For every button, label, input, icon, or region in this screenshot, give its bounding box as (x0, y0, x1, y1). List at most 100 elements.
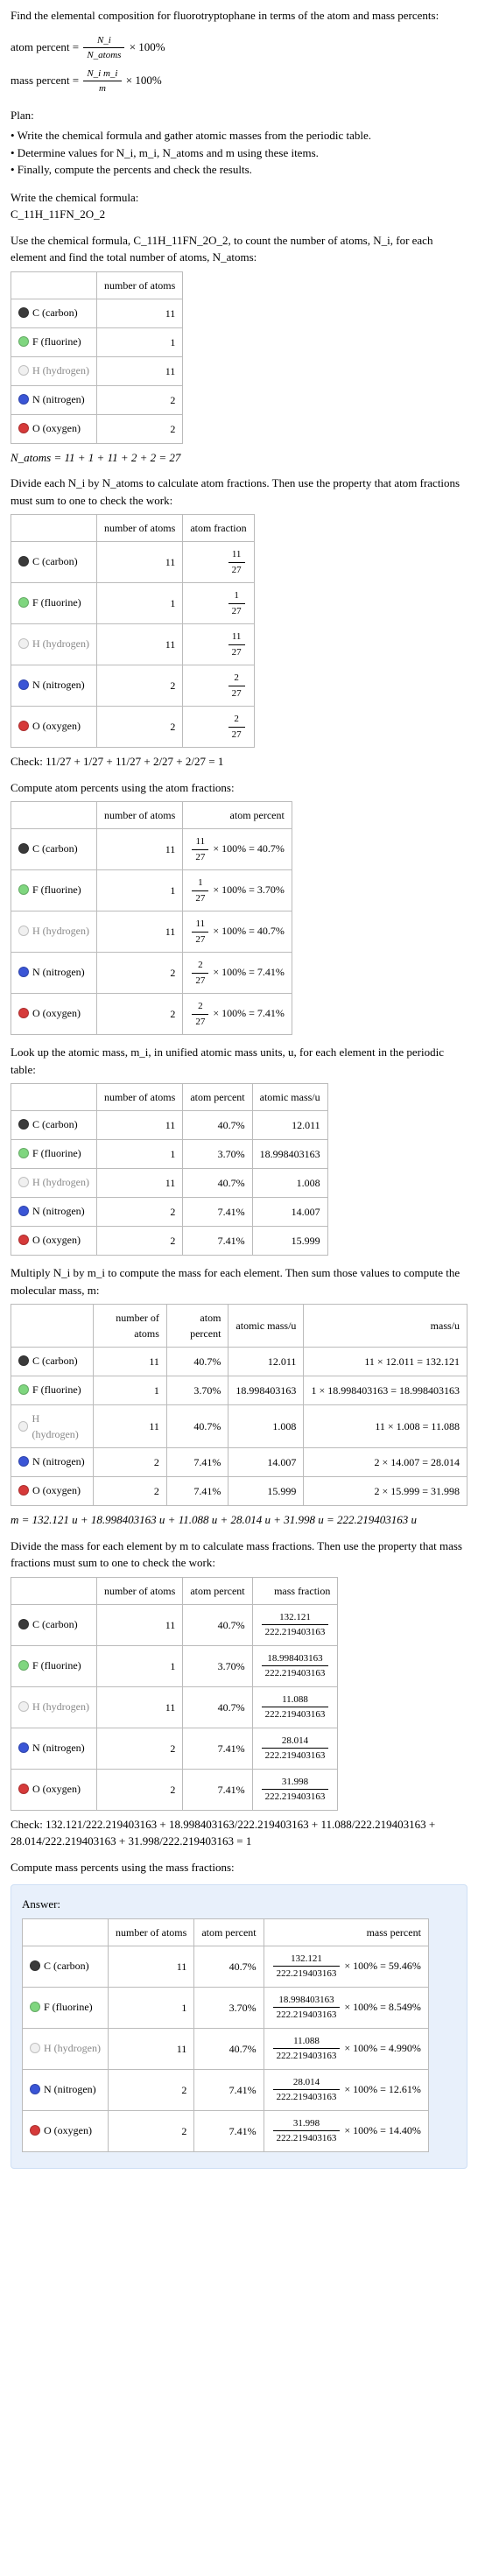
element-dot-icon (18, 1148, 29, 1158)
plan: Plan: • Write the chemical formula and g… (11, 107, 467, 179)
element-label: O (oxygen) (32, 420, 81, 436)
fraction: N_iN_atoms (83, 33, 124, 63)
element-dot-icon (18, 638, 29, 649)
mass-percent-formula: mass percent = N_i m_im × 100% (11, 67, 467, 96)
plan-title: Plan: (11, 107, 467, 124)
element-label: C (carbon) (32, 1353, 78, 1369)
answer-label: Answer: (22, 1896, 456, 1913)
check-line: Check: 132.121/222.219403163 + 18.998403… (11, 1816, 467, 1850)
table-row: C (carbon)1140.7%12.01111 × 12.011 = 132… (11, 1348, 467, 1376)
element-label: F (fluorine) (32, 595, 81, 610)
denominator: N_atoms (83, 48, 124, 63)
atomic-mass-table: number of atomsatom percentatomic mass/u… (11, 1083, 328, 1256)
element-dot-icon (18, 1456, 29, 1467)
plan-step: • Finally, compute the percents and chec… (11, 161, 467, 179)
element-label: F (fluorine) (32, 882, 81, 897)
element-dot-icon (30, 2043, 40, 2053)
step-atom-fractions: Divide each N_i by N_atoms to calculate … (11, 475, 467, 771)
element-dot-icon (18, 1008, 29, 1018)
element-dot-icon (30, 1960, 40, 1971)
fraction: 127 (228, 588, 245, 618)
element-dot-icon (18, 1355, 29, 1366)
table-row: O (oxygen)27.41%15.999 (11, 1227, 328, 1256)
fraction: 28.014222.219403163 (262, 1734, 329, 1763)
element-label: H (hydrogen) (32, 1174, 89, 1190)
element-label: C (carbon) (32, 305, 78, 320)
element-label: O (oxygen) (32, 718, 81, 734)
element-label: C (carbon) (32, 553, 78, 569)
element-label: O (oxygen) (32, 1781, 81, 1797)
element-dot-icon (18, 1384, 29, 1395)
element-dot-icon (18, 1235, 29, 1245)
element-dot-icon (30, 2002, 40, 2012)
mass-fractions-table: number of atomsatom percentmass fraction… (11, 1577, 338, 1811)
table-row: N (nitrogen)27.41%14.007 (11, 1198, 328, 1227)
times-pct: × 100% (130, 39, 165, 53)
table-row: F (fluorine)1 (11, 327, 183, 356)
fraction: 28.014222.219403163 (273, 2075, 341, 2105)
element-dot-icon (18, 1206, 29, 1216)
fraction: N_i m_im (83, 67, 121, 96)
element-dot-icon (30, 2084, 40, 2094)
fraction: 132.121222.219403163 (273, 1952, 341, 1981)
element-label: N (nitrogen) (32, 1453, 85, 1469)
element-dot-icon (18, 926, 29, 936)
element-label: H (hydrogen) (32, 362, 89, 378)
element-dot-icon (18, 884, 29, 895)
fraction: 11.088222.219403163 (262, 1693, 329, 1722)
table-row: H (hydrogen)111127 (11, 624, 255, 665)
plan-step: • Write the chemical formula and gather … (11, 127, 467, 144)
element-dot-icon (18, 679, 29, 690)
table-row: H (hydrogen)1140.7%11.088222.219403163 ×… (23, 2028, 429, 2069)
table-row: N (nitrogen)27.41%28.014222.219403163 × … (23, 2069, 429, 2110)
element-label: H (hydrogen) (32, 1411, 86, 1442)
element-dot-icon (18, 721, 29, 731)
table-row: N (nitrogen)27.41%14.0072 × 14.007 = 28.… (11, 1448, 467, 1477)
element-label: H (hydrogen) (32, 636, 89, 651)
table-row: F (fluorine)1127 × 100% = 3.70% (11, 870, 292, 911)
table-row: F (fluorine)1127 (11, 583, 255, 624)
element-label: O (oxygen) (44, 2122, 92, 2138)
natoms-sum: N_atoms = 11 + 1 + 11 + 2 + 2 = 27 (11, 449, 467, 467)
plan-step: • Determine values for N_i, m_i, N_atoms… (11, 144, 467, 162)
table-row: N (nitrogen)2227 (11, 665, 255, 707)
element-label: N (nitrogen) (32, 1203, 85, 1219)
step-text: Use the chemical formula, C_11H_11FN_2O_… (11, 232, 467, 266)
table-row: H (hydrogen)111127 × 100% = 40.7% (11, 911, 292, 953)
atoms-table: number of atomsC (carbon)11F (fluorine)1… (11, 271, 183, 444)
numerator: N_i m_i (83, 67, 121, 82)
element-label: F (fluorine) (32, 1382, 81, 1397)
step-text: Write the chemical formula: (11, 189, 467, 207)
problem-prompt: Find the elemental composition for fluor… (11, 7, 467, 25)
answer-box: Answer: number of atomsatom percentmass … (11, 1884, 467, 2169)
table-row: H (hydrogen)11 (11, 356, 183, 385)
element-dot-icon (18, 1660, 29, 1671)
element-label: N (nitrogen) (32, 1740, 85, 1756)
table-row: O (oxygen)27.41%31.998222.219403163 (11, 1769, 338, 1810)
element-label: C (carbon) (32, 1116, 78, 1132)
fraction: 11.088222.219403163 (273, 2034, 341, 2064)
element-label: N (nitrogen) (32, 677, 85, 693)
step-atom-percents: Compute atom percents using the atom fra… (11, 779, 467, 1036)
element-dot-icon (18, 1177, 29, 1187)
step-text: Compute mass percents using the mass fra… (11, 1859, 467, 1876)
fraction: 127 (192, 876, 208, 905)
denominator: m (83, 81, 121, 96)
table-row: O (oxygen)27.41%31.998222.219403163 × 10… (23, 2110, 429, 2151)
step-count-atoms: Use the chemical formula, C_11H_11FN_2O_… (11, 232, 467, 467)
element-dot-icon (18, 336, 29, 347)
fraction: 31.998222.219403163 (273, 2116, 341, 2146)
fraction: 1127 (228, 630, 245, 659)
table-row: N (nitrogen)2227 × 100% = 7.41% (11, 953, 292, 994)
fraction: 227 (228, 671, 245, 700)
element-label: O (oxygen) (32, 1232, 81, 1248)
element-dot-icon (18, 597, 29, 608)
atom-fractions-table: number of atomsatom fractionC (carbon)11… (11, 514, 255, 748)
step-text: Divide the mass for each element by m to… (11, 1538, 467, 1572)
fraction: 1127 (228, 547, 245, 577)
table-row: O (oxygen)2227 (11, 707, 255, 748)
element-dot-icon (18, 1784, 29, 1794)
fraction: 132.121222.219403163 (262, 1610, 329, 1640)
table-row: H (hydrogen)1140.7%1.008 (11, 1169, 328, 1198)
table-row: C (carbon)111127 × 100% = 40.7% (11, 829, 292, 870)
